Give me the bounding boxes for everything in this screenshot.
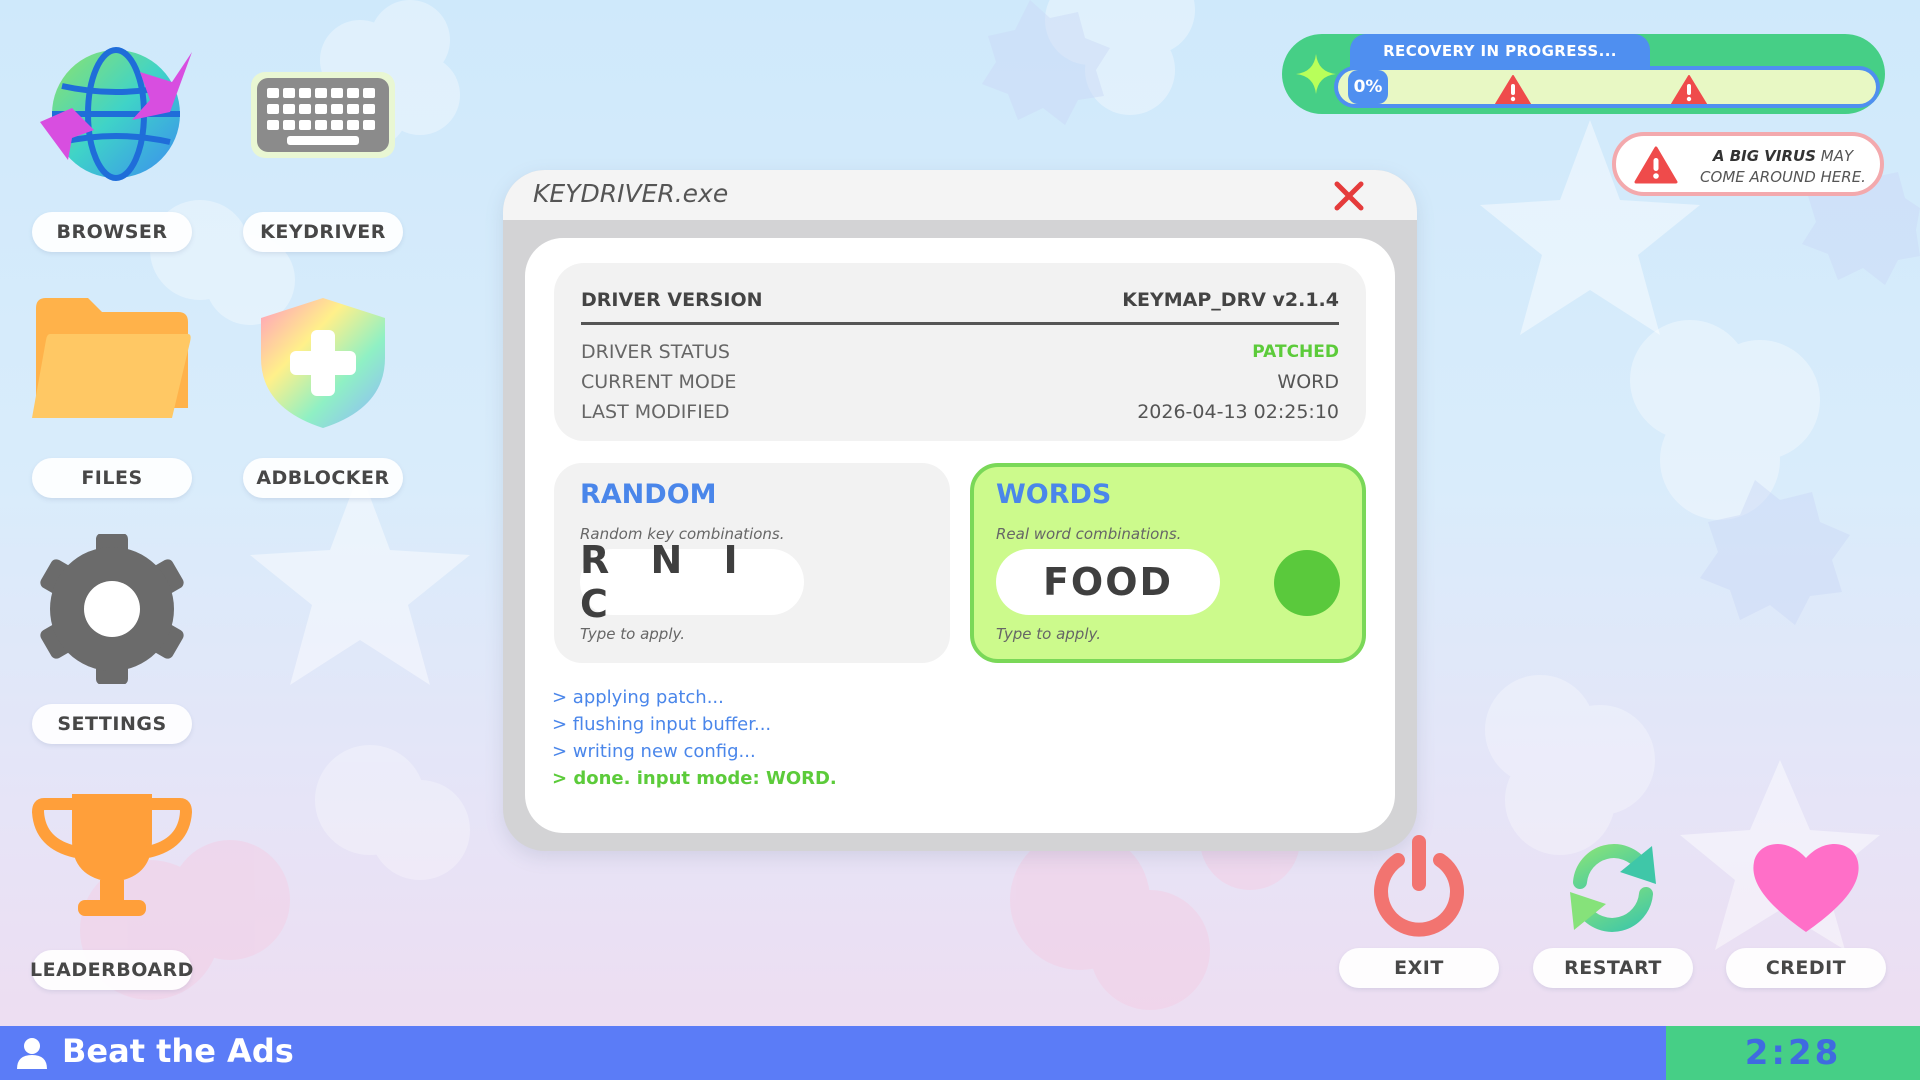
log-line: > applying patch...	[552, 687, 724, 708]
driver-version-row: DRIVER VERSION KEYMAP_DRV v2.1.4	[581, 277, 1339, 325]
user-icon	[17, 1038, 47, 1069]
countdown-timer: 2:28	[1666, 1026, 1920, 1080]
warning-icon	[1634, 146, 1678, 184]
desktop-icon-settings[interactable]: SETTINGS	[32, 534, 192, 744]
log-line: > writing new config...	[552, 741, 756, 762]
recovery-percent: 0%	[1348, 70, 1388, 104]
virus-warning-notice: A BIG VIRUS MAY COME AROUND HERE.	[1612, 132, 1884, 196]
patch-log: > applying patch... > flushing input buf…	[552, 684, 837, 792]
current-mode-row: CURRENT MODE WORD	[581, 368, 1339, 396]
restart-icon	[1533, 832, 1693, 942]
virus-notice-bold: A BIG VIRUS	[1712, 147, 1816, 165]
virus-notice-text-line1: MAY	[1815, 147, 1854, 165]
restart-button[interactable]: RESTART	[1533, 832, 1693, 988]
gear-icon	[32, 534, 192, 684]
credit-button[interactable]: CREDIT	[1726, 832, 1886, 988]
log-line-done: > done. input mode: WORD.	[552, 768, 837, 789]
keyboard-icon	[243, 42, 403, 192]
mode-random-keys: R N I C	[580, 538, 804, 626]
recovery-progress-bar: 0%	[1334, 66, 1880, 108]
last-modified-row: LAST MODIFIED 2026-04-13 02:25:10	[581, 398, 1339, 426]
exit-label: EXIT	[1339, 948, 1499, 988]
taskbar: Beat the Ads 2:28	[0, 1026, 1920, 1080]
mode-random-hint: Type to apply.	[580, 625, 685, 643]
keydriver-window: KEYDRIVER.exe DRIVER VERSION KEYMAP_DRV …	[503, 170, 1417, 851]
desktop-icon-keydriver[interactable]: KEYDRIVER	[243, 42, 403, 252]
mode-words-description: Real word combinations.	[996, 525, 1182, 543]
heart-icon	[1726, 832, 1886, 942]
desktop-icon-files[interactable]: FILES	[32, 288, 192, 498]
power-icon	[1339, 832, 1499, 942]
current-mode-label: CURRENT MODE	[581, 371, 737, 393]
recovery-title: RECOVERY IN PROGRESS...	[1350, 34, 1650, 68]
mode-card-words[interactable]: WORDS Real word combinations. FOOD Type …	[970, 463, 1366, 663]
warning-icon	[1671, 75, 1707, 104]
desktop-label-files: FILES	[32, 458, 192, 498]
desktop-label-browser: BROWSER	[32, 212, 192, 252]
close-button[interactable]	[1329, 176, 1369, 216]
desktop-label-adblocker: ADBLOCKER	[243, 458, 403, 498]
driver-status-label: DRIVER STATUS	[581, 341, 730, 363]
restart-label: RESTART	[1533, 948, 1693, 988]
close-icon	[1334, 181, 1364, 211]
trophy-icon	[32, 780, 192, 930]
mode-active-indicator	[1274, 550, 1340, 616]
last-modified-value: 2026-04-13 02:25:10	[1137, 401, 1339, 423]
globe-icon	[32, 42, 192, 192]
window-title: KEYDRIVER.exe	[533, 179, 729, 208]
warning-icon	[1495, 75, 1531, 104]
game-title: Beat the Ads	[62, 1032, 294, 1070]
mode-words-hint: Type to apply.	[996, 625, 1101, 643]
desktop-label-leaderboard: LEADERBOARD	[30, 950, 193, 990]
virus-notice-text: A BIG VIRUS MAY COME AROUND HERE.	[1688, 146, 1878, 188]
driver-version-value: KEYMAP_DRV v2.1.4	[1122, 288, 1339, 311]
mode-words-title: WORDS	[996, 479, 1112, 510]
shield-plus-icon	[243, 288, 403, 438]
window-content: DRIVER VERSION KEYMAP_DRV v2.1.4 DRIVER …	[525, 238, 1395, 833]
virus-notice-text-line2: COME AROUND HERE.	[1700, 168, 1866, 186]
window-titlebar[interactable]: KEYDRIVER.exe	[503, 170, 1417, 220]
driver-version-label: DRIVER VERSION	[581, 288, 763, 311]
recovery-track: 0%	[1338, 70, 1876, 104]
log-line: > flushing input buffer...	[552, 714, 772, 735]
desktop-icon-leaderboard[interactable]: LEADERBOARD	[30, 780, 193, 990]
folder-icon	[32, 288, 192, 438]
driver-status-value: PATCHED	[1252, 342, 1339, 362]
credit-label: CREDIT	[1726, 948, 1886, 988]
mode-words-keys: FOOD	[996, 549, 1220, 615]
desktop-label-keydriver: KEYDRIVER	[243, 212, 403, 252]
recovery-progress: RECOVERY IN PROGRESS... 0%	[1282, 34, 1885, 114]
exit-button[interactable]: EXIT	[1339, 832, 1499, 988]
driver-info-card: DRIVER VERSION KEYMAP_DRV v2.1.4 DRIVER …	[554, 263, 1366, 441]
mode-random-title: RANDOM	[580, 479, 717, 510]
desktop-icon-browser[interactable]: BROWSER	[32, 42, 192, 252]
sparkle-icon	[1296, 54, 1336, 94]
driver-status-row: DRIVER STATUS PATCHED	[581, 338, 1339, 366]
last-modified-label: LAST MODIFIED	[581, 401, 730, 423]
current-mode-value: WORD	[1277, 371, 1339, 393]
desktop-label-settings: SETTINGS	[32, 704, 192, 744]
mode-card-random[interactable]: RANDOM Random key combinations. R N I C …	[554, 463, 950, 663]
desktop-icon-adblocker[interactable]: ADBLOCKER	[243, 288, 403, 498]
